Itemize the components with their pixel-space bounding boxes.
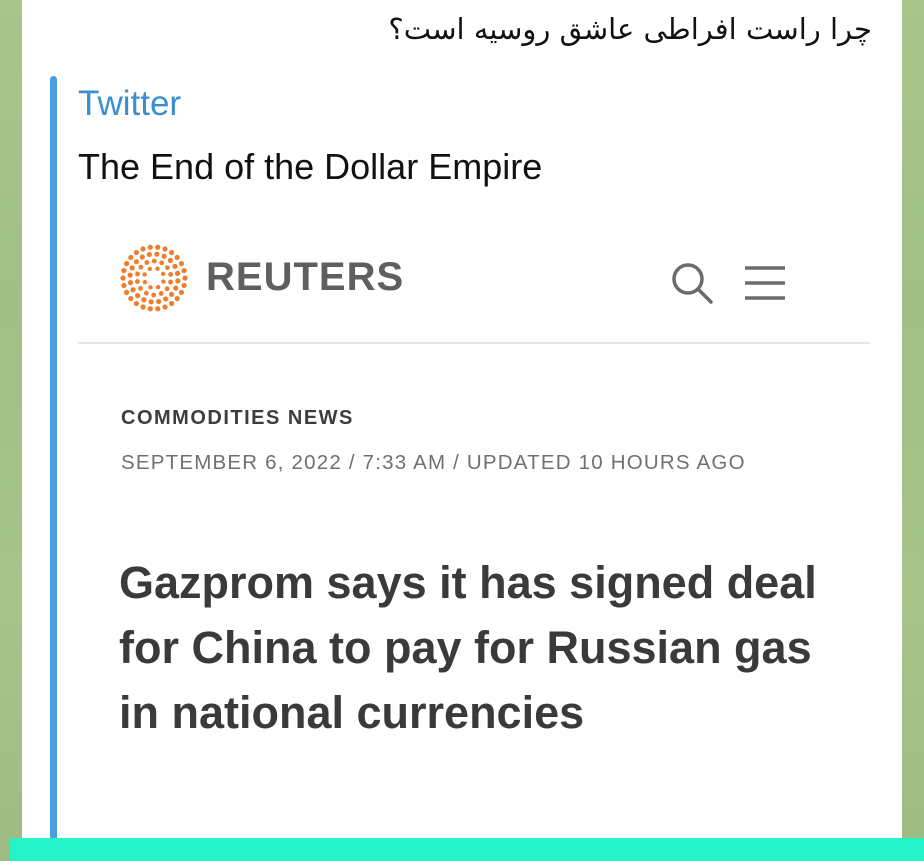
- reuters-logo-dot: [138, 264, 144, 270]
- menu-icon[interactable]: [743, 263, 787, 303]
- reuters-wordmark: REUTERS: [206, 255, 405, 299]
- reuters-logo-dot: [127, 280, 134, 286]
- reuters-logo-dot: [169, 300, 175, 307]
- reuters-logo-dot: [129, 265, 135, 271]
- reuters-logo-dot: [161, 279, 166, 284]
- reuters-logo-dot: [148, 285, 153, 290]
- reuters-logo-dot: [182, 275, 188, 281]
- reuters-logo-dot: [143, 290, 149, 296]
- reuters-logo-dot: [151, 258, 157, 264]
- reuters-logo-dot: [123, 289, 130, 296]
- bottom-strip: [10, 838, 924, 861]
- reuters-logo-dot: [133, 259, 140, 265]
- reuters-logo-dot: [159, 260, 165, 266]
- reuters-logo-dot: [154, 251, 160, 257]
- reuters-logo-dot: [178, 289, 185, 296]
- reuters-logo-dot: [147, 244, 153, 250]
- reuters-logo-dot: [135, 271, 140, 277]
- reuters-logo-dot: [155, 284, 161, 290]
- message-bubble: چرا راست افراطی عاشق روسیه است؟ Twitter …: [22, 0, 902, 861]
- reuters-logo-dot: [165, 265, 170, 271]
- article-section[interactable]: COMMODITIES NEWS: [121, 407, 354, 430]
- reuters-logo-dot: [162, 304, 168, 310]
- reuters-logo-dot: [121, 282, 127, 289]
- article-headline: Gazprom says it has signed deal for Chin…: [119, 557, 817, 738]
- reuters-logo-dot: [142, 272, 147, 277]
- reuters-logo-dot: [144, 260, 150, 265]
- reuters-logo-dot: [155, 266, 160, 271]
- reuters-logo-dot: [181, 282, 187, 289]
- reuters-logo-dot: [133, 249, 139, 256]
- reuters-logo-dot: [140, 304, 146, 310]
- link-preview-site-name[interactable]: Twitter: [78, 84, 181, 124]
- link-preview-image[interactable]: REUTERS COMMODITIES NEWS SEPTEMBER 6, 20…: [78, 221, 870, 861]
- article-dateline: SEPTEMBER 6, 2022 / 7:33 AM / UPDATED 10…: [121, 451, 746, 474]
- reuters-logo-dot: [151, 292, 157, 298]
- reuters-logo-dot: [142, 279, 148, 285]
- reuters-logo-dot: [135, 292, 141, 299]
- reuters-logo-dot: [130, 287, 136, 293]
- message-text: چرا راست افراطی عاشق روسیه است؟: [388, 12, 872, 46]
- reuters-logo-dot: [133, 300, 139, 307]
- reuters-logo-dot: [174, 254, 180, 261]
- reuters-logo-dot: [123, 260, 130, 267]
- reuters-logo-dot: [173, 285, 179, 291]
- link-preview-title: The End of the Dollar Empire: [78, 146, 543, 187]
- reuters-logo-dot: [168, 279, 173, 285]
- reuters-logo-dot: [162, 246, 168, 252]
- chat-background: { "message": { "text": "چرا راست افراطی …: [0, 0, 924, 861]
- reuters-logo-dot: [128, 254, 134, 261]
- search-icon[interactable]: [670, 261, 714, 305]
- reuters-logo-dot: [163, 296, 169, 302]
- link-preview[interactable]: Twitter The End of the Dollar Empire REU…: [50, 76, 870, 861]
- reuters-logo-dot: [121, 267, 127, 274]
- reuters-logo-dot: [181, 267, 187, 274]
- reuters-logo-dot: [141, 297, 147, 303]
- reuters-logo-dot: [155, 244, 161, 250]
- reuters-logo-dot: [134, 279, 140, 284]
- reuters-logo-dot: [127, 272, 133, 278]
- reuters-logo-dot: [175, 278, 181, 284]
- reuters-logo-dot: [155, 306, 161, 312]
- reuters-logo-dot: [160, 271, 166, 277]
- reuters-logo-dot: [178, 260, 185, 267]
- reuters-logo-dot: [139, 254, 145, 260]
- reuters-logo-dot: [147, 266, 153, 272]
- reuters-logo-dot: [167, 257, 173, 264]
- reuters-logo-dot: [168, 272, 174, 277]
- reuters-header: REUTERS: [78, 221, 870, 344]
- reuters-logo-dot: [158, 291, 164, 296]
- reuters-logo-dot: [138, 285, 143, 291]
- reuters-logo-dot: [164, 286, 170, 292]
- reuters-logo-icon: [120, 244, 188, 312]
- reuters-logo-dot: [174, 295, 180, 302]
- reuters-logo-dot: [120, 275, 126, 281]
- reuters-logo-dot: [161, 253, 167, 259]
- reuters-logo-dot: [156, 298, 162, 305]
- reuters-logo-dot: [146, 251, 152, 258]
- reuters-logo-dot: [140, 246, 146, 252]
- reuters-logo-dot: [147, 306, 153, 312]
- link-preview-accent-bar: [50, 76, 57, 861]
- reuters-logo-dot: [169, 249, 175, 256]
- reuters-logo-dot: [174, 270, 181, 276]
- reuters-logo-dot: [168, 291, 175, 297]
- reuters-logo-dot: [128, 295, 134, 302]
- reuters-logo-dot: [172, 263, 178, 269]
- reuters-logo-dot: [148, 299, 154, 305]
